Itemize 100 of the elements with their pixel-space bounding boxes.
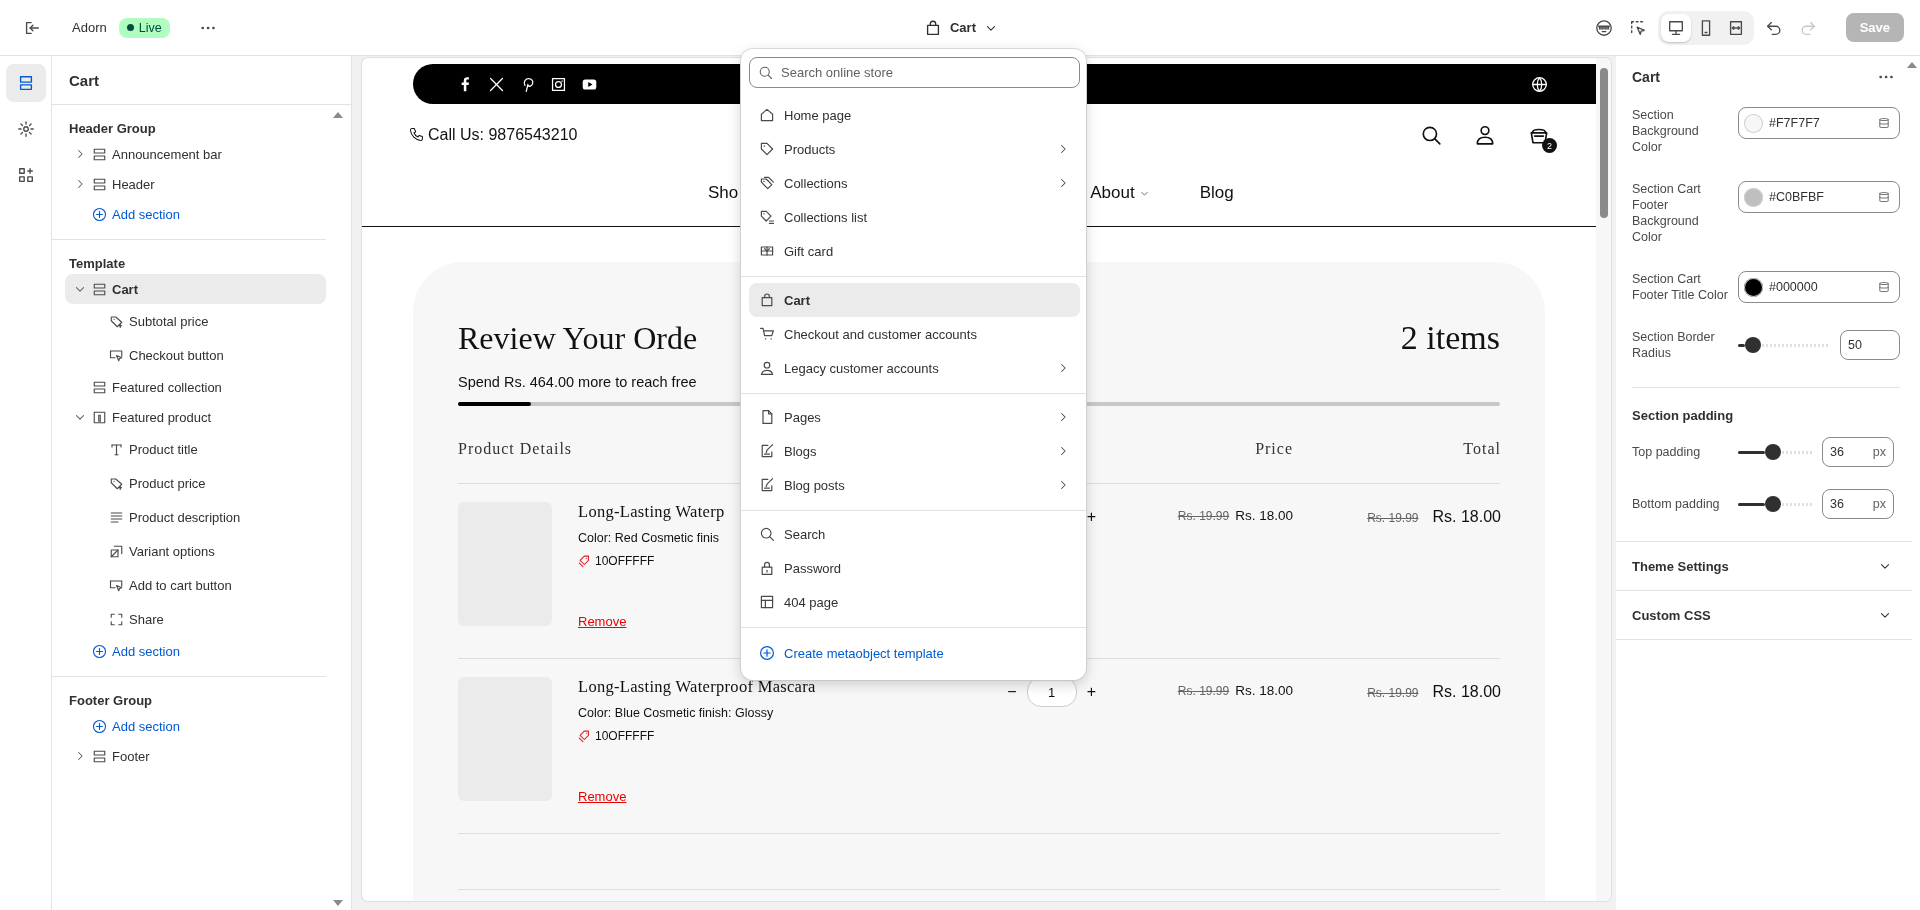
- section-item[interactable]: Featured collection: [65, 372, 326, 402]
- menu-item[interactable]: Checkout and customer accounts: [749, 317, 1080, 351]
- nav-link[interactable]: About: [1090, 183, 1150, 203]
- group-heading: Header Group: [68, 119, 157, 138]
- scroll-up-arrow-icon[interactable]: [1907, 62, 1917, 68]
- layout-icon: [759, 594, 775, 610]
- section-item[interactable]: Add to cart button: [82, 568, 326, 602]
- store-name: Adorn: [72, 20, 107, 35]
- search-field[interactable]: Search online store: [749, 57, 1080, 88]
- user-icon[interactable]: [1474, 124, 1496, 146]
- section-item[interactable]: Header: [65, 169, 326, 199]
- menu-item[interactable]: Products: [749, 132, 1080, 166]
- person-icon: [759, 360, 775, 376]
- section-icon: [92, 281, 107, 297]
- menu-item[interactable]: Collections: [749, 166, 1080, 200]
- menu-item[interactable]: Blog posts: [749, 468, 1080, 502]
- bag-icon: [924, 18, 942, 37]
- menu-item[interactable]: Gift card: [749, 234, 1080, 268]
- section-item[interactable]: Variant options: [82, 534, 326, 568]
- coupon-icon: [578, 554, 592, 568]
- menu-item[interactable]: Collections list: [749, 200, 1080, 234]
- column-header: Total: [1462, 440, 1501, 458]
- slider-thumb[interactable]: [1765, 444, 1782, 460]
- increase-button[interactable]: +: [1084, 683, 1098, 701]
- menu-item[interactable]: Home page: [749, 98, 1080, 132]
- view-mode-button[interactable]: [1660, 13, 1691, 42]
- add-section-link[interactable]: Add section: [65, 636, 326, 666]
- avatar-icon[interactable]: [1594, 18, 1613, 37]
- scroll-down-arrow-icon[interactable]: [333, 900, 343, 906]
- menu-item[interactable]: 404 page: [749, 585, 1080, 619]
- page-picker[interactable]: Cart: [916, 14, 1006, 41]
- variant-text: Color: Red Cosmetic finis: [578, 531, 719, 545]
- color-swatch[interactable]: [1744, 113, 1763, 133]
- shipping-message: Spend Rs. 464.00 more to reach free: [458, 374, 697, 390]
- scrollbar[interactable]: [1596, 58, 1611, 901]
- discount-code: 10OFFFFF: [578, 729, 655, 743]
- section-item[interactable]: Announcement bar: [65, 139, 326, 169]
- selection-icon[interactable]: [1628, 18, 1647, 37]
- product-title[interactable]: Long-Lasting Waterproof Mascara: [578, 677, 816, 697]
- product-title[interactable]: Long-Lasting Waterp: [578, 502, 725, 522]
- menu-item[interactable]: Blogs: [749, 434, 1080, 468]
- column-header: Product Details: [458, 440, 573, 458]
- section-icon: [92, 176, 107, 192]
- desktop-icon: [1666, 18, 1685, 37]
- apps-icon: [16, 166, 35, 184]
- color-field[interactable]: #000000: [1738, 271, 1900, 303]
- house-icon: [759, 107, 775, 123]
- number-field[interactable]: 36 px: [1822, 437, 1894, 467]
- status-badge: Live: [118, 17, 170, 38]
- panel-title: Cart: [1632, 69, 1660, 85]
- decrease-button[interactable]: −: [1005, 683, 1019, 701]
- menu-item[interactable]: Legacy customer accounts: [749, 351, 1080, 385]
- section-item[interactable]: Product description: [82, 500, 326, 534]
- section-icon: [92, 748, 107, 764]
- section-item[interactable]: Cart: [65, 274, 326, 304]
- section-item[interactable]: Product title: [82, 432, 326, 466]
- section-item[interactable]: Checkout button: [82, 338, 326, 372]
- edit-document-icon: [759, 443, 775, 459]
- menu-item[interactable]: Password: [749, 551, 1080, 585]
- slider-thumb[interactable]: [1765, 496, 1782, 512]
- add-icon: [92, 718, 107, 734]
- search-icon[interactable]: [1420, 124, 1442, 146]
- rail-button[interactable]: [5, 64, 46, 102]
- nav-link[interactable]: Sho: [708, 183, 739, 203]
- scroll-up-arrow-icon[interactable]: [333, 112, 343, 118]
- page-icon: [759, 409, 775, 425]
- globe-icon[interactable]: [1531, 75, 1548, 93]
- section-item[interactable]: Share: [82, 602, 326, 636]
- color-field[interactable]: #F7F7F7: [1738, 107, 1900, 139]
- slider-thumb[interactable]: [1745, 337, 1762, 353]
- number-field[interactable]: 36 px: [1822, 489, 1894, 519]
- nav-link[interactable]: Blog: [1199, 183, 1234, 203]
- color-swatch[interactable]: [1744, 277, 1763, 297]
- menu-item[interactable]: Pages: [749, 400, 1080, 434]
- x-logo-icon[interactable]: [488, 75, 505, 93]
- original-total: Rs. 19.99: [1367, 686, 1419, 700]
- instagram-icon[interactable]: [550, 75, 567, 93]
- section-item[interactable]: Featured product: [65, 402, 326, 432]
- color-field[interactable]: #C0BFBF: [1738, 181, 1900, 213]
- column-header: Price: [1254, 440, 1293, 458]
- remove-link[interactable]: Remove: [578, 789, 627, 804]
- group-heading: Footer Group: [68, 691, 154, 710]
- section-item[interactable]: Footer: [65, 741, 326, 771]
- cart-title: Review Your Orde: [458, 319, 698, 357]
- section-icon: [92, 379, 107, 395]
- section-item[interactable]: Product price: [82, 466, 326, 500]
- add-section-link[interactable]: Add section: [65, 199, 326, 229]
- menu-item[interactable]: Cart: [749, 283, 1080, 317]
- create-template-link[interactable]: Create metaobject template: [749, 636, 1080, 670]
- remove-link[interactable]: Remove: [578, 614, 627, 629]
- group-heading: Template: [68, 254, 127, 273]
- section-item[interactable]: Subtotal price: [82, 304, 326, 338]
- menu-item[interactable]: Search: [749, 517, 1080, 551]
- color-swatch[interactable]: [1744, 187, 1763, 207]
- number-field[interactable]: 50: [1840, 330, 1900, 360]
- add-icon: [92, 206, 107, 222]
- database-icon: [1877, 190, 1891, 204]
- increase-button[interactable]: +: [1084, 508, 1098, 526]
- add-section-link[interactable]: Add section: [65, 711, 326, 741]
- cursor-icon: [109, 347, 124, 363]
